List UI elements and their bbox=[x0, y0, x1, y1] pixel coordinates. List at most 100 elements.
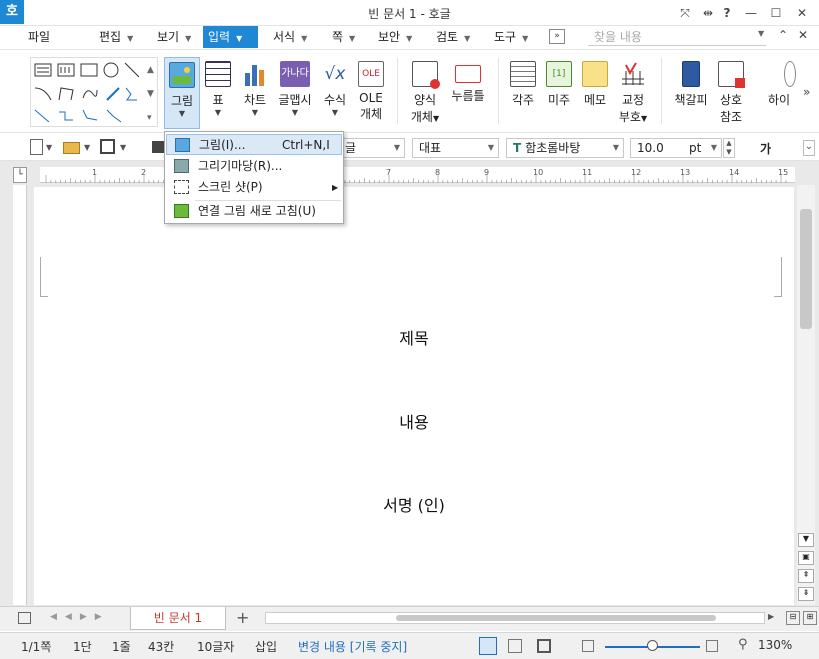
tab-nav-icons[interactable]: ◀◀▶▶ bbox=[50, 612, 110, 622]
close-button[interactable]: ✕ bbox=[791, 3, 813, 23]
dropdown-item-clipart[interactable]: 그리기마당(R)... bbox=[166, 156, 342, 177]
font-select[interactable]: T 함초롬바탕 ▼ bbox=[506, 138, 624, 158]
status-position: 43칸 bbox=[148, 640, 175, 654]
document-page[interactable]: 제목 내용 서명 (인) bbox=[34, 187, 794, 605]
scroll-down-icon[interactable]: ▼ bbox=[798, 533, 814, 547]
new-doc-dropdown-icon[interactable]: ▼ bbox=[46, 143, 52, 152]
doc-body-text[interactable]: 내용 bbox=[34, 409, 794, 433]
zoom-magnifier-icon[interactable]: ⚲ bbox=[738, 637, 748, 652]
expand-menu-button[interactable]: » bbox=[549, 29, 565, 44]
table-icon bbox=[205, 61, 231, 87]
zoom-out-icon[interactable] bbox=[582, 640, 594, 652]
prev-page-icon[interactable]: ⇞ bbox=[798, 569, 814, 583]
horizontal-scrollbar[interactable] bbox=[265, 612, 765, 624]
status-zoom[interactable]: 130% bbox=[758, 638, 792, 652]
shape-palette[interactable]: ▲ ▼ ▾ bbox=[30, 57, 158, 127]
screenshot-icon bbox=[174, 180, 189, 194]
help-icon[interactable]: ? bbox=[716, 3, 738, 23]
split-view-icon-2[interactable]: ⊞ bbox=[803, 611, 817, 625]
ribbon-ole-button[interactable]: OLE OLE 개체 bbox=[355, 57, 387, 129]
view-page-icon[interactable] bbox=[479, 637, 497, 655]
bookmark-icon bbox=[682, 61, 700, 87]
status-insert-mode[interactable]: 삽입 bbox=[255, 638, 277, 655]
new-doc-icon[interactable] bbox=[30, 139, 43, 155]
shapes-icon[interactable]: ▲ ▼ ▾ bbox=[31, 58, 157, 126]
menu-edit[interactable]: 편집 ▼ bbox=[94, 26, 138, 48]
close-doc-icon[interactable]: ✕ bbox=[798, 28, 808, 42]
crossref-icon bbox=[718, 61, 745, 88]
zoom-slider-handle[interactable] bbox=[647, 640, 658, 651]
ribbon-equation-button[interactable]: √x 수식 ▼ bbox=[318, 57, 352, 129]
ribbon-more-icon[interactable]: » bbox=[803, 85, 810, 99]
ribbon-proofread-button[interactable]: 교정 부호▼ bbox=[614, 57, 652, 129]
minimize-button[interactable]: — bbox=[740, 3, 762, 23]
zoom-in-icon[interactable] bbox=[706, 640, 718, 652]
save-icon[interactable] bbox=[100, 139, 115, 154]
ribbon-footnote-button[interactable]: 각주 bbox=[507, 57, 539, 129]
menu-tools[interactable]: 도구 ▼ bbox=[489, 26, 533, 48]
page-view-icon[interactable]: ▣ bbox=[798, 551, 814, 565]
doc-sign-text[interactable]: 서명 (인) bbox=[34, 492, 794, 516]
menu-view[interactable]: 보기 ▼ bbox=[152, 26, 196, 48]
status-track-changes[interactable]: 변경 내용 [기록 중지] bbox=[298, 638, 407, 655]
open-folder-icon[interactable] bbox=[63, 142, 80, 154]
view-full-icon[interactable] bbox=[537, 639, 551, 653]
status-chars: 10글자 bbox=[197, 640, 235, 654]
ribbon-form-button[interactable]: 양식 개체▼ bbox=[406, 57, 444, 129]
menu-page[interactable]: 쪽 ▼ bbox=[327, 26, 360, 48]
ribbon-hyperlink-button[interactable]: 하이 bbox=[762, 57, 796, 129]
search-input[interactable]: 찾을 내용 bbox=[588, 28, 766, 46]
ribbon-table-button[interactable]: 표 ▼ bbox=[203, 57, 233, 129]
tab-document[interactable]: 빈 문서 1 bbox=[130, 607, 226, 630]
bold-button[interactable]: 가 bbox=[760, 140, 771, 157]
menu-file[interactable]: 파일 bbox=[20, 26, 58, 48]
dropdown-item-picture[interactable]: 그림(I)... Ctrl+N,I bbox=[166, 134, 342, 155]
ruler-corner-icon[interactable]: └ bbox=[13, 167, 27, 183]
scroll-right-icon[interactable]: ▶ bbox=[768, 612, 774, 621]
style-select[interactable]: 대표 ▼ bbox=[412, 138, 499, 158]
next-page-icon[interactable]: ⇟ bbox=[798, 587, 814, 601]
ribbon-picture-button[interactable]: 그림 ▼ bbox=[164, 57, 200, 129]
ribbon-crossref-button[interactable]: 상호 참조 bbox=[714, 57, 748, 129]
doc-title-text[interactable]: 제목 bbox=[34, 325, 794, 349]
ribbon-pushbutton-button[interactable]: 누름틀 bbox=[448, 57, 488, 129]
submenu-arrow-icon: ▶ bbox=[332, 183, 339, 192]
menu-insert[interactable]: 입력 ▼ bbox=[203, 26, 258, 48]
maximize-button[interactable]: ☐ bbox=[765, 3, 787, 23]
print-icon[interactable] bbox=[152, 141, 164, 153]
margin-corner-tr bbox=[774, 257, 782, 297]
font-size-stepper[interactable]: ▲ ▼ bbox=[723, 138, 735, 158]
tab-list-icon[interactable] bbox=[18, 612, 31, 624]
ribbon-wordart-button[interactable]: 가나다 글맵시 ▼ bbox=[276, 57, 314, 129]
dropdown-item-screenshot[interactable]: 스크린 샷(P) ▶ bbox=[166, 177, 342, 198]
toolbar-more-icon[interactable]: ⌄ bbox=[803, 140, 815, 156]
view-width-icon[interactable] bbox=[508, 639, 522, 653]
pushbutton-icon bbox=[455, 65, 481, 83]
horizontal-ruler[interactable]: 123456789101112131415 bbox=[40, 167, 795, 183]
menu-review[interactable]: 검토 ▼ bbox=[431, 26, 475, 48]
collapse-ribbon-icon[interactable]: ⌃ bbox=[778, 28, 788, 42]
save-dropdown-icon[interactable]: ▼ bbox=[120, 143, 126, 152]
font-lang-select[interactable]: 글 ▼ bbox=[338, 138, 405, 158]
open-dropdown-icon[interactable]: ▼ bbox=[84, 143, 90, 152]
add-tab-button[interactable]: + bbox=[236, 608, 249, 627]
ribbon-separator bbox=[661, 58, 662, 124]
vertical-ruler[interactable] bbox=[13, 185, 27, 605]
split-view-icon[interactable]: ⊟ bbox=[786, 611, 800, 625]
font-size-input[interactable]: 10.0 pt ▼ bbox=[630, 138, 722, 158]
ribbon-memo-button[interactable]: 메모 bbox=[579, 57, 611, 129]
menu-format[interactable]: 서식 ▼ bbox=[268, 26, 312, 48]
ribbon-endnote-button[interactable]: [1] 미주 bbox=[543, 57, 575, 129]
menu-security[interactable]: 보안 ▼ bbox=[373, 26, 417, 48]
ole-icon: OLE bbox=[358, 61, 384, 87]
svg-text:▼: ▼ bbox=[147, 89, 154, 99]
dropdown-item-refresh[interactable]: 연결 그림 새로 고침(U) bbox=[166, 201, 342, 222]
h-scroll-thumb[interactable] bbox=[396, 615, 716, 621]
search-dropdown-icon[interactable]: ▼ bbox=[758, 29, 764, 38]
scroll-thumb[interactable] bbox=[800, 209, 812, 329]
vertical-scrollbar[interactable]: ▼ ▣ ⇞ ⇟ bbox=[797, 185, 815, 605]
ribbon-bookmark-button[interactable]: 책갈피 bbox=[670, 57, 712, 129]
fullscreen-icon[interactable]: ⤧ bbox=[674, 3, 696, 23]
equation-icon: √x bbox=[324, 64, 346, 84]
ribbon-chart-button[interactable]: 차트 ▼ bbox=[239, 57, 271, 129]
